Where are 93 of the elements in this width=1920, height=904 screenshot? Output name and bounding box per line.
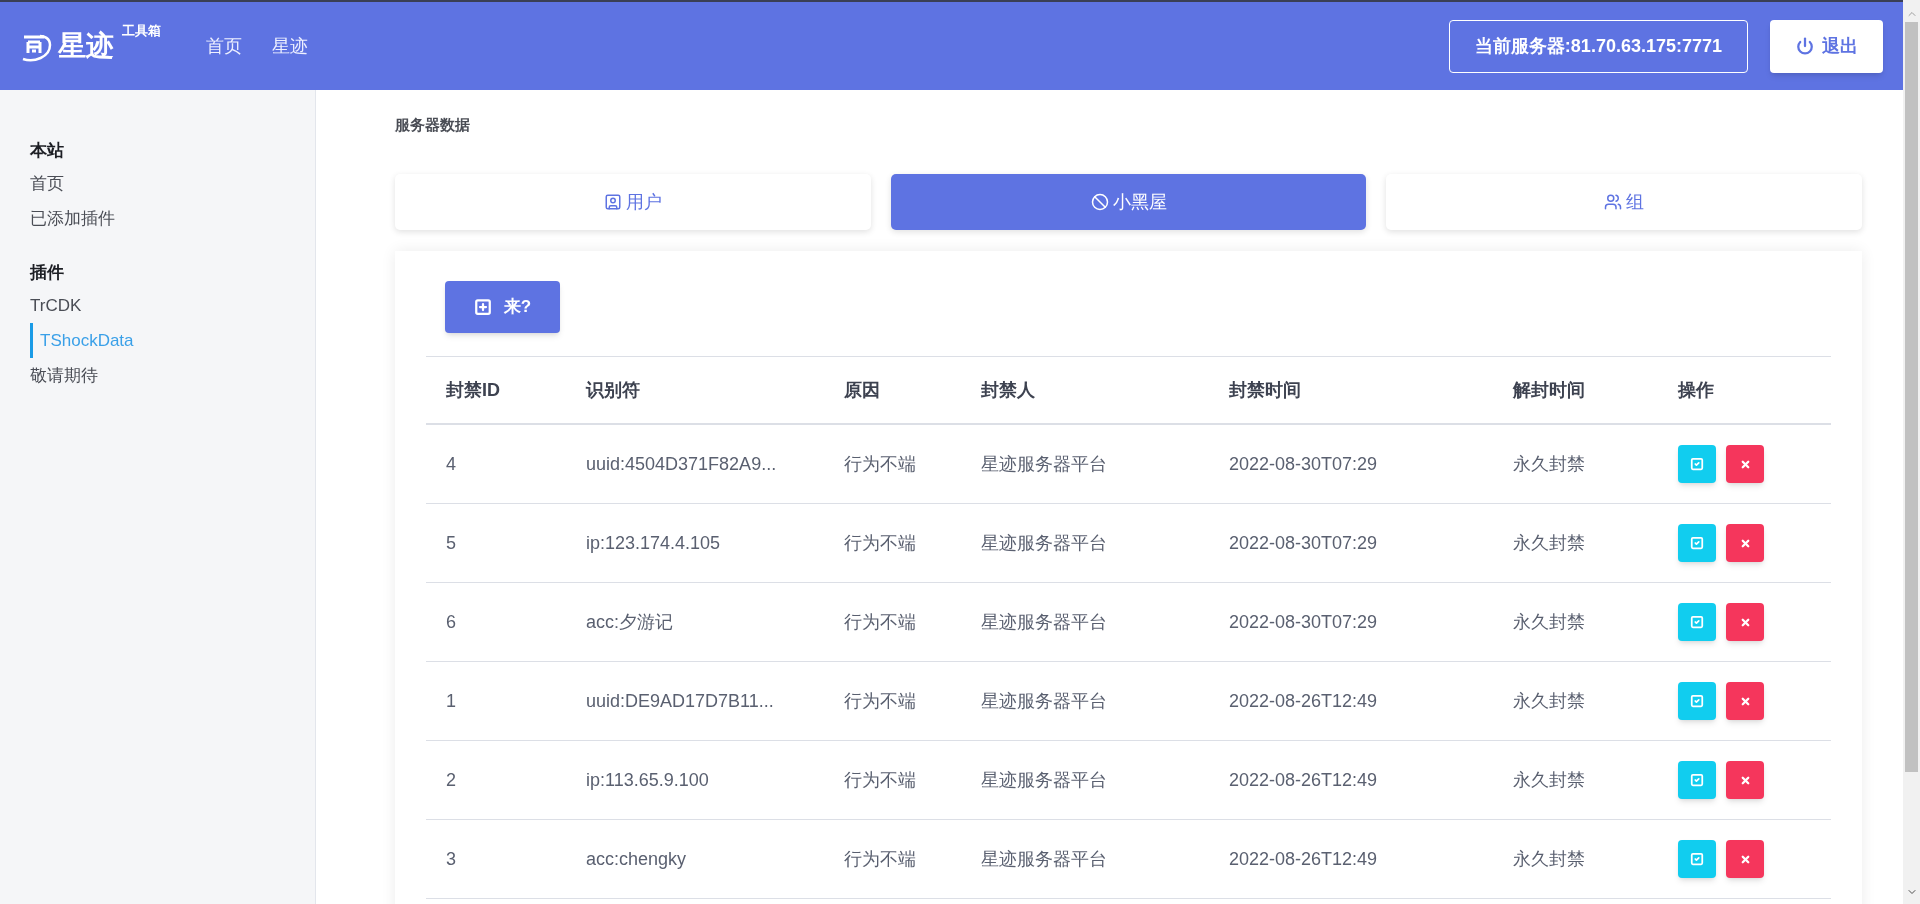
nav-link[interactable]: 首页 [206, 32, 242, 60]
current-server-label: 当前服务器:81.70.63.175:7771 [1448, 19, 1748, 73]
table-cell: 2022-08-30T07:29 [1229, 611, 1378, 632]
table-cell: 5 [446, 532, 456, 553]
edit-button[interactable] [1678, 682, 1716, 720]
column-header: 封禁ID [446, 379, 500, 400]
table-cell: 行为不端 [844, 690, 916, 711]
edit-button[interactable] [1678, 603, 1716, 641]
checkbox-icon [1690, 852, 1704, 866]
plus-icon [473, 298, 492, 316]
checkbox-icon [1690, 615, 1704, 629]
table-cell: 星迹服务器平台 [981, 769, 1107, 790]
table-cell: ip:113.65.9.100 [586, 769, 709, 790]
scrollbar[interactable] [1903, 0, 1920, 904]
checkbox-icon [1690, 694, 1704, 708]
table-cell: 星迹服务器平台 [981, 532, 1107, 553]
edit-button[interactable] [1678, 761, 1716, 799]
tab[interactable]: 用户 [395, 174, 871, 230]
close-icon [1739, 853, 1751, 865]
nav-link[interactable]: 星迹 [272, 32, 308, 60]
scrollbar-thumb[interactable] [1905, 22, 1918, 772]
table-cell: 星迹服务器平台 [981, 611, 1107, 632]
users-icon [1604, 193, 1623, 211]
sidebar-heading: 插件 [30, 262, 65, 284]
table-cell: 1 [446, 690, 456, 711]
sidebar-item[interactable]: 敬请期待 [30, 358, 315, 393]
table-cell: 星迹服务器平台 [981, 453, 1107, 474]
table-cell: 永久封禁 [1513, 532, 1585, 553]
ban-icon [1090, 193, 1109, 211]
column-header: 识别符 [586, 379, 640, 400]
table-cell: 2022-08-30T07:29 [1229, 453, 1378, 474]
table-cell: 星迹服务器平台 [981, 690, 1107, 711]
sidebar-item[interactable]: 首页 [30, 166, 315, 201]
sidebar-heading: 本站 [30, 140, 65, 162]
logo-icon [20, 33, 54, 63]
close-icon [1739, 537, 1751, 549]
sidebar-item[interactable]: TrCDK [30, 288, 315, 323]
logo-text: 星迹 [58, 29, 114, 63]
logout-button[interactable]: 退出 [1770, 19, 1883, 73]
table-cell: 永久封禁 [1513, 453, 1585, 474]
table-cell: 星迹服务器平台 [981, 848, 1107, 869]
table-cell: 行为不端 [844, 453, 916, 474]
delete-button[interactable] [1726, 524, 1764, 562]
add-button[interactable]: 来? [445, 281, 560, 333]
table-cell: uuid:4504D371F82A9... [586, 453, 777, 474]
edit-button[interactable] [1678, 445, 1716, 483]
delete-button[interactable] [1726, 840, 1764, 878]
table-cell: acc:chengky [586, 848, 687, 869]
table-cell: 永久封禁 [1513, 611, 1585, 632]
delete-button[interactable] [1726, 445, 1764, 483]
table-cell: 行为不端 [844, 532, 916, 553]
table-cell: 2022-08-30T07:29 [1229, 532, 1378, 553]
contact-card-icon [603, 193, 622, 211]
delete-button[interactable] [1726, 761, 1764, 799]
tab[interactable]: 小黑屋 [890, 174, 1367, 230]
edit-button[interactable] [1678, 524, 1716, 562]
close-icon [1739, 616, 1751, 628]
table-cell: 2022-08-26T12:49 [1229, 690, 1378, 711]
table-cell: 2022-08-26T12:49 [1229, 769, 1378, 790]
tab[interactable]: 组 [1386, 174, 1862, 230]
close-icon [1739, 695, 1751, 707]
table-cell: 行为不端 [844, 611, 916, 632]
column-header: 解封时间 [1513, 379, 1585, 400]
column-header: 封禁时间 [1229, 379, 1301, 400]
column-header: 封禁人 [981, 379, 1035, 400]
sidebar-item[interactable]: TShockData [30, 323, 315, 358]
close-icon [1739, 774, 1751, 786]
table-cell: 行为不端 [844, 848, 916, 869]
delete-button[interactable] [1726, 682, 1764, 720]
table-cell: acc:夕游记 [586, 611, 673, 632]
delete-button[interactable] [1726, 603, 1764, 641]
logo-subtitle: 工具箱 [122, 22, 161, 40]
column-header: 操作 [1678, 379, 1714, 400]
breadcrumb: 服务器数据 [395, 115, 471, 135]
table-cell: 2022-08-26T12:49 [1229, 848, 1378, 869]
close-icon [1739, 458, 1751, 470]
table-cell: 2 [446, 769, 456, 790]
table-cell: 4 [446, 453, 456, 474]
column-header: 原因 [844, 379, 880, 400]
table-cell: 6 [446, 611, 456, 632]
table-cell: 3 [446, 848, 456, 869]
table-cell: 永久封禁 [1513, 690, 1585, 711]
table-cell: uuid:DE9AD17D7B11... [586, 690, 774, 711]
edit-button[interactable] [1678, 840, 1716, 878]
checkbox-icon [1690, 773, 1704, 787]
table-cell: 永久封禁 [1513, 848, 1585, 869]
sidebar-item[interactable]: 已添加插件 [30, 201, 315, 236]
table-cell: 行为不端 [844, 769, 916, 790]
power-icon [1795, 37, 1814, 55]
table-cell: ip:123.174.4.105 [586, 532, 721, 553]
checkbox-icon [1690, 536, 1704, 550]
checkbox-icon [1690, 457, 1704, 471]
table-cell: 永久封禁 [1513, 769, 1585, 790]
